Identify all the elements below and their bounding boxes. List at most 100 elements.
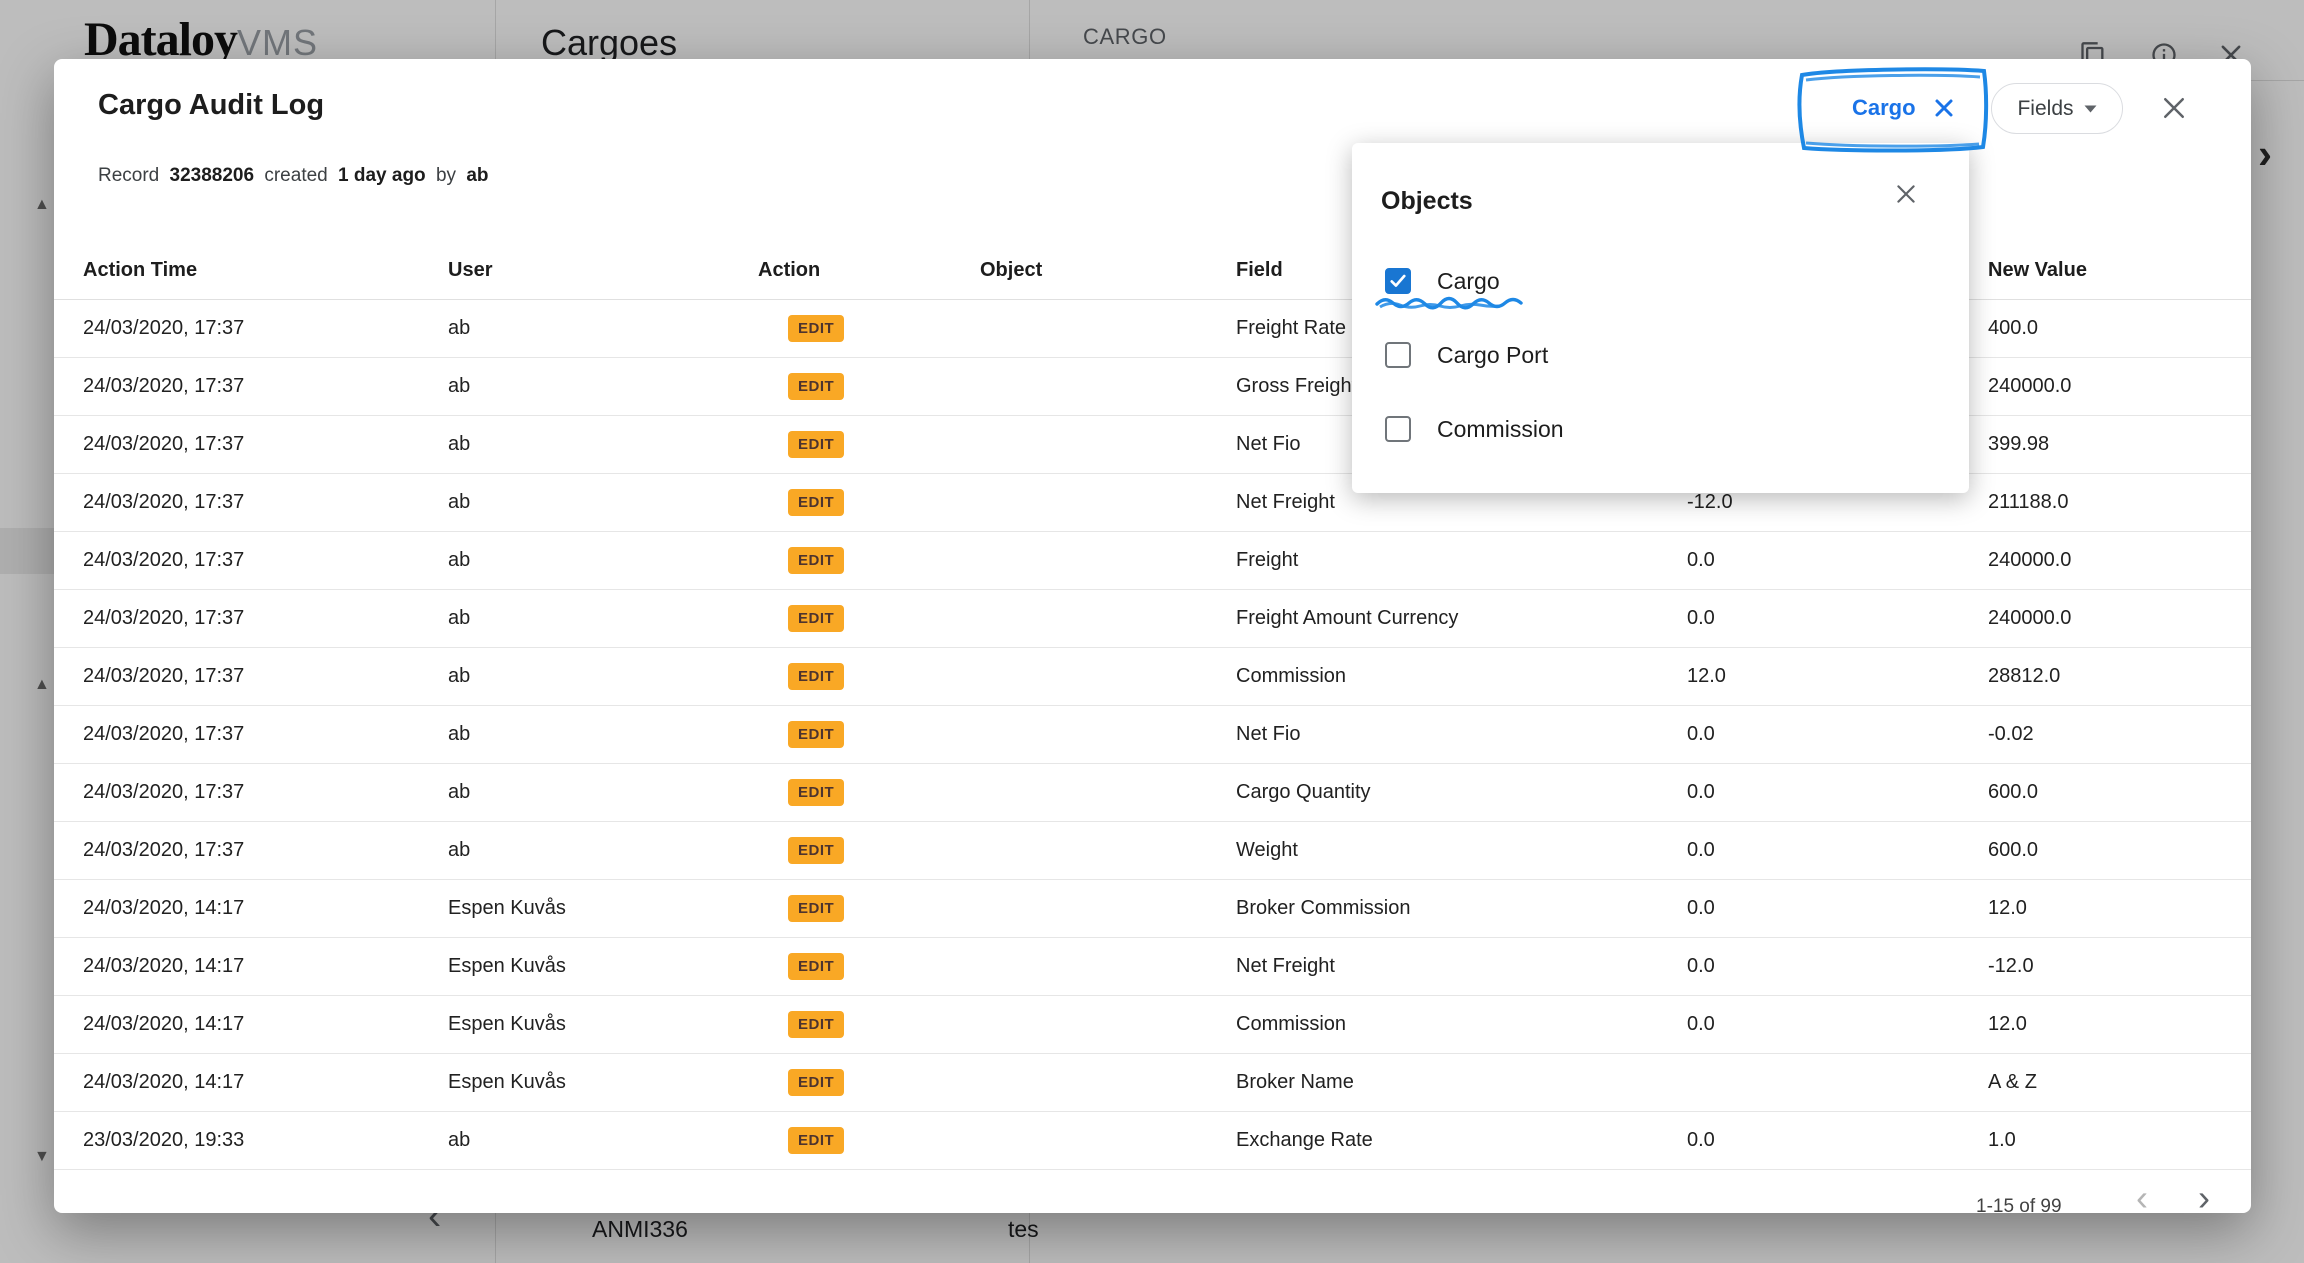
cell-new-value: 12.0 — [1988, 1013, 2251, 1036]
cell-user: ab — [448, 1129, 758, 1152]
cell-new-value: 240000.0 — [1988, 607, 2251, 630]
pagination-prev-icon[interactable]: ‹ — [2136, 1177, 2148, 1213]
cell-user: ab — [448, 665, 758, 688]
record-created-ago: 1 day ago — [338, 165, 426, 186]
chip-label: Cargo — [1852, 95, 1916, 121]
column-header-action[interactable]: Action — [758, 259, 980, 282]
checkbox[interactable] — [1385, 342, 1411, 368]
cell-field: Freight — [1236, 549, 1687, 572]
edit-badge: EDIT — [788, 837, 844, 864]
cell-action: EDIT — [758, 663, 980, 690]
cell-action-time: 24/03/2020, 17:37 — [83, 665, 448, 688]
cell-action: EDIT — [758, 431, 980, 458]
cell-old-value: 0.0 — [1687, 839, 1988, 862]
cell-action-time: 24/03/2020, 17:37 — [83, 781, 448, 804]
option-label: Commission — [1437, 416, 1564, 443]
cell-user: ab — [448, 375, 758, 398]
dialog-close-icon[interactable] — [2154, 88, 2194, 128]
objects-dropdown-title: Objects — [1381, 187, 1473, 216]
cell-new-value: 240000.0 — [1988, 549, 2251, 572]
cell-action: EDIT — [758, 895, 980, 922]
fields-button-label: Fields — [2017, 97, 2073, 121]
cell-user: ab — [448, 781, 758, 804]
column-header-object[interactable]: Object — [980, 259, 1236, 282]
option-label: Cargo Port — [1437, 342, 1548, 369]
cell-new-value: 600.0 — [1988, 839, 2251, 862]
table-row[interactable]: 24/03/2020, 14:17 Espen Kuvås EDIT Net F… — [54, 938, 2251, 996]
cell-action: EDIT — [758, 373, 980, 400]
cell-action-time: 24/03/2020, 17:37 — [83, 723, 448, 746]
edit-badge: EDIT — [788, 1069, 844, 1096]
cell-user: ab — [448, 433, 758, 456]
table-row[interactable]: 24/03/2020, 17:37 ab EDIT Net Fio 0.0 -0… — [54, 706, 2251, 764]
table-row[interactable]: 24/03/2020, 14:17 Espen Kuvås EDIT Broke… — [54, 880, 2251, 938]
table-row[interactable]: 24/03/2020, 17:37 ab EDIT Commission 12.… — [54, 648, 2251, 706]
cell-user: ab — [448, 491, 758, 514]
column-header-user[interactable]: User — [448, 259, 758, 282]
cell-user: ab — [448, 549, 758, 572]
edit-badge: EDIT — [788, 547, 844, 574]
dialog-title: Cargo Audit Log — [98, 89, 324, 122]
cell-old-value: 0.0 — [1687, 549, 1988, 572]
cell-new-value: 600.0 — [1988, 781, 2251, 804]
cell-field: Exchange Rate — [1236, 1129, 1687, 1152]
objects-options: Cargo Cargo Port Commission — [1352, 244, 1969, 466]
cell-action: EDIT — [758, 547, 980, 574]
table-row[interactable]: 24/03/2020, 14:17 Espen Kuvås EDIT Broke… — [54, 1054, 2251, 1112]
table-row[interactable]: 24/03/2020, 17:37 ab EDIT Weight 0.0 600… — [54, 822, 2251, 880]
checkbox[interactable] — [1385, 268, 1411, 294]
edit-badge: EDIT — [788, 721, 844, 748]
record-created-text: created — [264, 165, 327, 186]
objects-option[interactable]: Commission — [1352, 392, 1969, 466]
chevron-down-icon — [2084, 105, 2097, 113]
checkbox[interactable] — [1385, 416, 1411, 442]
cargo-filter-chip[interactable]: Cargo — [1828, 85, 1980, 131]
cell-old-value: 0.0 — [1687, 723, 1988, 746]
cell-user: ab — [448, 723, 758, 746]
annotation-squiggle — [1374, 296, 1532, 311]
cargo-audit-log-dialog: Cargo Audit Log Record 32388206 created … — [54, 59, 2251, 1213]
edit-badge: EDIT — [788, 1127, 844, 1154]
cell-field: Commission — [1236, 665, 1687, 688]
table-row[interactable]: 24/03/2020, 17:37 ab EDIT Freight 0.0 24… — [54, 532, 2251, 590]
fields-button[interactable]: Fields — [1991, 83, 2123, 134]
edit-badge: EDIT — [788, 1011, 844, 1038]
table-row[interactable]: 24/03/2020, 17:37 ab EDIT Freight Amount… — [54, 590, 2251, 648]
cell-new-value: 12.0 — [1988, 897, 2251, 920]
cell-action-time: 24/03/2020, 17:37 — [83, 549, 448, 572]
cell-field: Weight — [1236, 839, 1687, 862]
column-header-new-value[interactable]: New Value — [1988, 259, 2251, 282]
cell-field: Freight Amount Currency — [1236, 607, 1687, 630]
cell-new-value: 400.0 — [1988, 317, 2251, 340]
cell-action: EDIT — [758, 605, 980, 632]
cell-action-time: 24/03/2020, 17:37 — [83, 433, 448, 456]
cell-user: ab — [448, 607, 758, 630]
objects-dropdown-close-icon[interactable] — [1888, 176, 1924, 212]
cell-user: ab — [448, 317, 758, 340]
cell-old-value: 0.0 — [1687, 897, 1988, 920]
cell-field: Net Freight — [1236, 491, 1687, 514]
option-label: Cargo — [1437, 268, 1500, 295]
cell-action-time: 24/03/2020, 14:17 — [83, 897, 448, 920]
cell-action: EDIT — [758, 1069, 980, 1096]
table-row[interactable]: 23/03/2020, 19:33 ab EDIT Exchange Rate … — [54, 1112, 2251, 1170]
objects-option[interactable]: Cargo — [1352, 244, 1969, 318]
cell-action: EDIT — [758, 953, 980, 980]
edit-badge: EDIT — [788, 315, 844, 342]
chip-remove-icon[interactable] — [1932, 96, 1956, 120]
cell-action: EDIT — [758, 721, 980, 748]
cell-new-value: 1.0 — [1988, 1129, 2251, 1152]
cell-action: EDIT — [758, 315, 980, 342]
cell-action-time: 24/03/2020, 17:37 — [83, 491, 448, 514]
pagination-next-icon[interactable]: › — [2198, 1177, 2210, 1213]
cell-field: Net Fio — [1236, 723, 1687, 746]
record-author: ab — [466, 165, 488, 186]
table-row[interactable]: 24/03/2020, 14:17 Espen Kuvås EDIT Commi… — [54, 996, 2251, 1054]
cell-old-value: -12.0 — [1687, 491, 1988, 514]
column-header-action-time[interactable]: Action Time — [83, 259, 448, 282]
cell-new-value: 28812.0 — [1988, 665, 2251, 688]
cell-new-value: A & Z — [1988, 1071, 2251, 1094]
edit-badge: EDIT — [788, 953, 844, 980]
table-row[interactable]: 24/03/2020, 17:37 ab EDIT Cargo Quantity… — [54, 764, 2251, 822]
objects-option[interactable]: Cargo Port — [1352, 318, 1969, 392]
